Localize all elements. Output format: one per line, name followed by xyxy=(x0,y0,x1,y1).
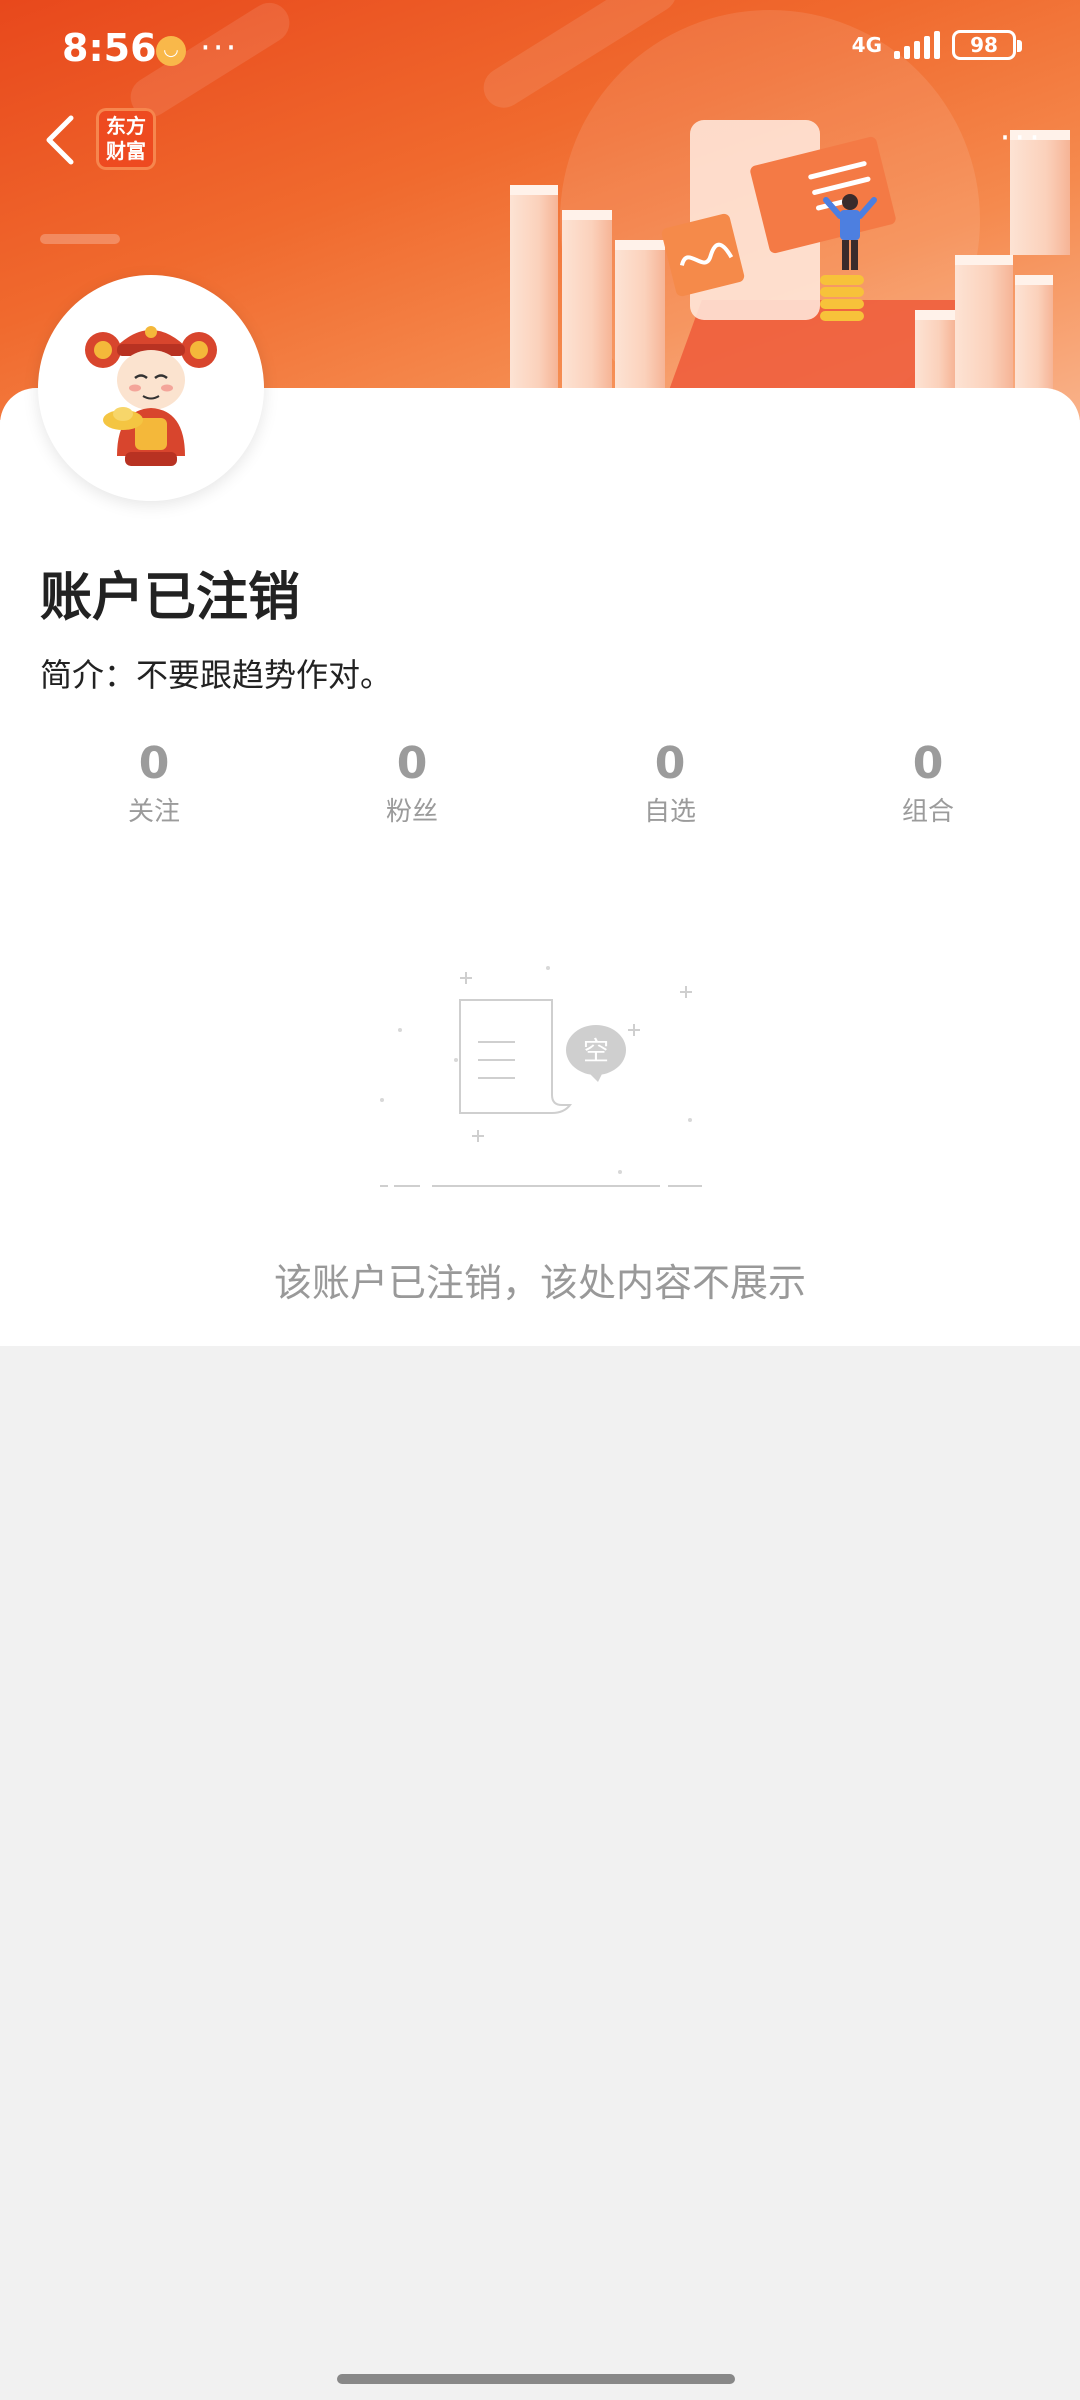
notification-app-icon: ◡ xyxy=(156,36,186,66)
empty-state-message: 该账户已注销，该处内容不展示 xyxy=(273,1261,806,1305)
status-time: 8:56 xyxy=(62,26,157,70)
stat-count: 0 xyxy=(912,738,944,789)
empty-badge-text: 空 xyxy=(583,1037,609,1067)
status-more-icon: ··· xyxy=(200,28,239,68)
stat-label: 组合 xyxy=(901,797,954,827)
fortune-god-icon xyxy=(85,326,217,466)
empty-state-illustration: 空 xyxy=(360,950,720,1200)
stat-followers[interactable]: 0 粉丝 xyxy=(312,736,512,832)
chevron-left-icon xyxy=(46,115,74,165)
more-options-button[interactable]: ··· xyxy=(1000,118,1044,158)
home-indicator[interactable] xyxy=(337,2374,735,2384)
logo-line2: 财富 xyxy=(106,139,146,163)
empty-document-icon: 空 xyxy=(380,966,702,1187)
profile-bio: 简介：不要跟趋势作对。 xyxy=(40,656,393,694)
stat-count: 0 xyxy=(138,738,170,789)
profile-card xyxy=(0,388,1080,1346)
stat-label: 粉丝 xyxy=(385,797,438,827)
app-logo: 东方 财富 xyxy=(96,108,156,170)
stat-count: 0 xyxy=(654,738,686,789)
stat-label: 关注 xyxy=(127,797,180,827)
back-button[interactable] xyxy=(30,110,90,170)
banner-dash xyxy=(40,234,120,244)
avatar-image xyxy=(51,288,251,488)
battery-icon: 98 xyxy=(952,30,1022,60)
stat-portfolios[interactable]: 0 组合 xyxy=(828,736,1028,832)
logo-line1: 东方 xyxy=(106,114,146,138)
status-indicators: 4G 98 xyxy=(851,30,1022,60)
network-label: 4G xyxy=(851,33,882,57)
signal-icon xyxy=(894,31,940,59)
stat-label: 自选 xyxy=(643,797,696,827)
stats-row: 0 关注 0 粉丝 0 自选 0 组合 xyxy=(0,736,1080,846)
battery-level: 98 xyxy=(970,33,998,57)
stat-watchlist[interactable]: 0 自选 xyxy=(570,736,770,832)
avatar[interactable] xyxy=(38,275,264,501)
stat-count: 0 xyxy=(396,738,428,789)
stat-following[interactable]: 0 关注 xyxy=(54,736,254,832)
finance-illustration xyxy=(480,60,1080,420)
profile-name: 账户已注销 xyxy=(40,568,301,628)
